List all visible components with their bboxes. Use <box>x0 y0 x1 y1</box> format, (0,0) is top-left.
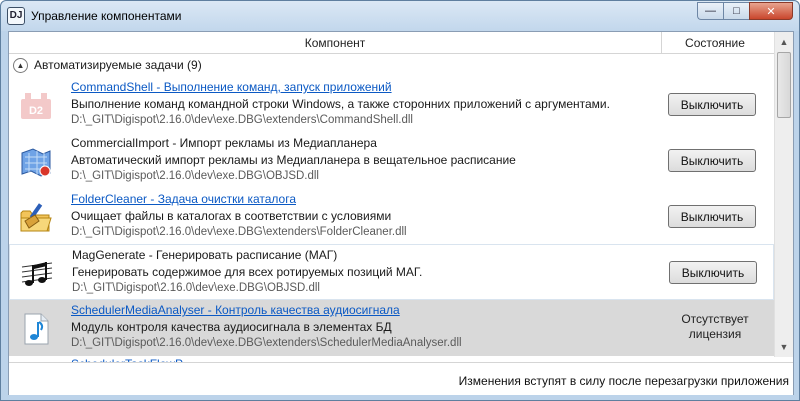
list-item[interactable]: CommercialImport - Импорт рекламы из Мед… <box>9 133 774 189</box>
music-notes-icon <box>21 262 53 286</box>
status-line-2: лицензия <box>688 327 742 341</box>
window-title: Управление компонентами <box>31 9 182 23</box>
component-description: Очищает файлы в каталогах в соответствии… <box>71 209 392 223</box>
component-path: D:\_GIT\Digispot\2.16.0\dev\exe.DBG\exte… <box>71 337 462 349</box>
components-panel: Компонент Состояние ▲ ▼ ▲ Автоматизируем… <box>8 31 794 395</box>
list-item[interactable]: FolderCleaner - Задача очистки каталога … <box>9 189 774 245</box>
list-item-selected[interactable]: SchedulerMediaAnalyser - Контроль качест… <box>9 300 774 356</box>
vertical-scrollbar[interactable]: ▲ ▼ <box>774 32 793 357</box>
component-name-link[interactable]: FolderCleaner - Задача очистки каталога <box>71 192 296 206</box>
disable-button[interactable]: Выключить <box>668 149 756 172</box>
component-name: CommercialImport - Импорт рекламы из Мед… <box>71 136 377 150</box>
svg-text:D2: D2 <box>29 105 43 117</box>
disable-button[interactable]: Выключить <box>668 93 756 116</box>
component-description: Выполнение команд командной строки Windo… <box>71 97 610 111</box>
app-logo-icon: DJ <box>7 7 25 25</box>
component-name-link[interactable]: SchedulerMediaAnalyser - Контроль качест… <box>71 303 400 317</box>
d2-plugin-icon: D2 <box>21 93 51 119</box>
group-header-automation[interactable]: ▲ Автоматизируемые задачи (9) <box>9 55 774 75</box>
status-line-1: Отсутствует <box>681 312 749 326</box>
close-button[interactable]: ✕ <box>749 2 793 20</box>
component-name-link[interactable]: CommandShell - Выполнение команд, запуск… <box>71 80 392 94</box>
component-description: Генерировать содержимое для всех ротируе… <box>72 265 423 279</box>
scroll-up-icon[interactable]: ▲ <box>776 34 792 50</box>
table-header: Компонент Состояние <box>9 32 774 54</box>
close-icon: ✕ <box>766 5 776 18</box>
minimize-button[interactable]: — <box>697 2 723 20</box>
maximize-button[interactable]: □ <box>723 2 749 20</box>
component-path: D:\_GIT\Digispot\2.16.0\dev\exe.DBG\OBJS… <box>71 170 319 182</box>
scroll-thumb[interactable] <box>777 52 791 118</box>
header-state[interactable]: Состояние <box>663 36 767 50</box>
maximize-icon: □ <box>733 5 740 17</box>
header-divider <box>661 32 662 53</box>
audio-note-icon <box>24 313 49 345</box>
list-item[interactable]: MagGenerate - Генерировать расписание (М… <box>9 244 774 300</box>
component-description: Автоматический импорт рекламы из Медиапл… <box>71 153 516 167</box>
window-controls: — □ ✕ <box>697 2 793 20</box>
component-path: D:\_GIT\Digispot\2.16.0\dev\exe.DBG\exte… <box>71 226 407 238</box>
title-bar[interactable]: DJ Управление компонентами — □ ✕ <box>1 1 799 31</box>
restart-notice: Изменения вступят в силу после перезагру… <box>458 374 789 388</box>
status-license-missing: Отсутствует лицензия <box>659 312 771 342</box>
folder-broom-icon <box>20 203 52 232</box>
component-path: D:\_GIT\Digispot\2.16.0\dev\exe.DBG\exte… <box>71 114 413 126</box>
collapse-chevron-icon[interactable]: ▲ <box>13 57 28 73</box>
map-import-icon <box>21 148 51 177</box>
component-path: D:\_GIT\Digispot\2.16.0\dev\exe.DBG\OBJS… <box>72 282 320 294</box>
disable-button[interactable]: Выключить <box>668 205 756 228</box>
component-manager-window: DJ Управление компонентами — □ ✕ Компоне… <box>0 0 800 401</box>
header-component[interactable]: Компонент <box>9 36 661 50</box>
minimize-icon: — <box>705 5 716 17</box>
list-item[interactable]: D2 CommandShell - Выполнение команд, зап… <box>9 77 774 133</box>
disable-button[interactable]: Выключить <box>669 261 757 284</box>
footer-bar: Изменения вступят в силу после перезагру… <box>9 362 793 395</box>
scroll-down-icon[interactable]: ▼ <box>776 339 792 355</box>
component-description: Модуль контроля качества аудиосигнала в … <box>71 320 392 334</box>
group-label: Автоматизируемые задачи (9) <box>34 58 202 72</box>
component-name: MagGenerate - Генерировать расписание (М… <box>72 248 338 262</box>
